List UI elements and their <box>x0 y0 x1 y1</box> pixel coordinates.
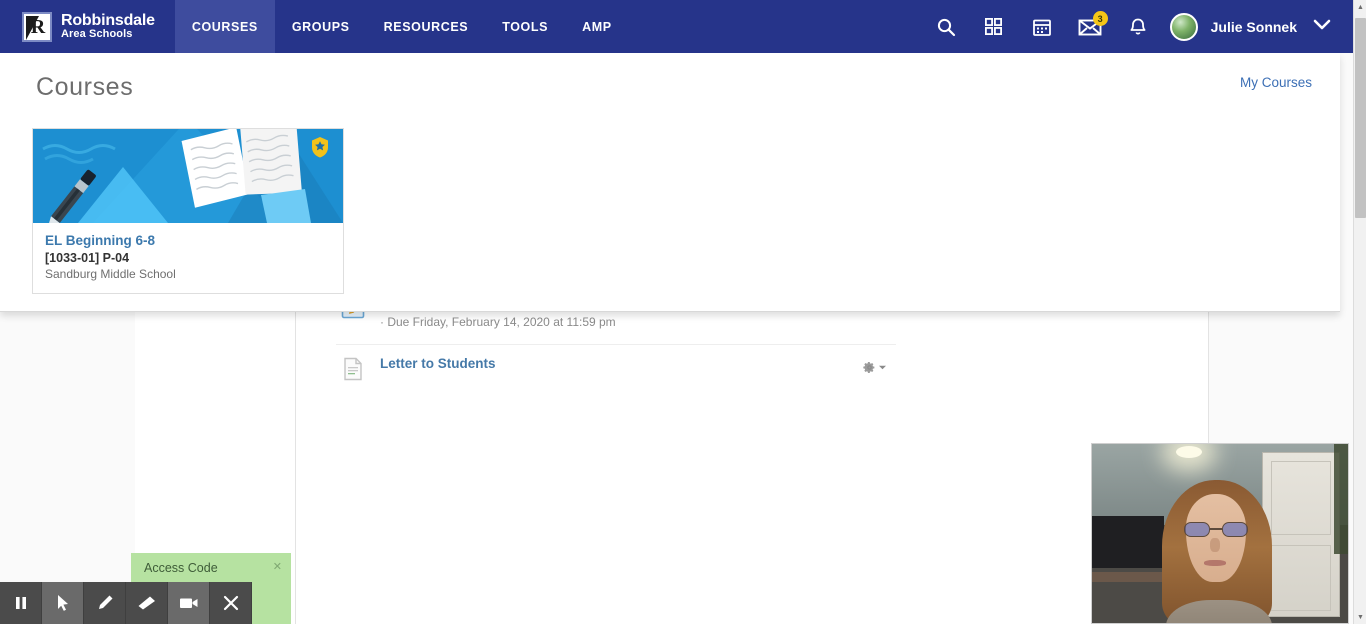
page-document-icon <box>340 356 366 382</box>
webcam-background-object <box>1092 516 1164 568</box>
assignment-title[interactable]: Letter to Students <box>380 356 896 371</box>
brand-logo[interactable]: R Robbinsdale Area Schools <box>0 0 169 53</box>
course-card[interactable]: EL Beginning 6-8 [1033-01] P-04 Sandburg… <box>32 128 344 294</box>
brand-initials: R <box>30 15 46 38</box>
brand-line-1: Robbinsdale <box>61 11 155 29</box>
nav-item-tools[interactable]: TOOLS <box>485 0 565 53</box>
nav-item-amp[interactable]: AMP <box>565 0 629 53</box>
screen-recorder-toolbar <box>0 582 253 624</box>
messages-envelope-icon[interactable]: 3 <box>1068 0 1112 53</box>
page-title: Courses <box>36 73 134 101</box>
glasses-icon <box>1184 522 1248 537</box>
primary-nav: COURSES GROUPS RESOURCES TOOLS AMP <box>174 0 629 53</box>
gear-dropdown-icon[interactable] <box>863 361 886 374</box>
page-scrollbar[interactable]: ▲ ▼ <box>1353 0 1366 624</box>
webcam-mouth <box>1204 560 1226 566</box>
navbar-actions: 3 Julie Sonnek <box>924 0 1353 53</box>
pen-button[interactable] <box>84 582 126 624</box>
user-name[interactable]: Julie Sonnek <box>1211 19 1297 35</box>
stop-close-button[interactable] <box>210 582 252 624</box>
webcam-preview[interactable] <box>1091 443 1349 624</box>
nav-item-resources[interactable]: RESOURCES <box>367 0 486 53</box>
course-card-title[interactable]: EL Beginning 6-8 <box>45 233 331 248</box>
courses-dropdown-panel: Courses My Courses EL Beginning 6-8 [103… <box>0 53 1340 312</box>
brand-line-2: Area Schools <box>61 28 133 41</box>
scroll-down-arrow-icon[interactable]: ▼ <box>1354 610 1366 624</box>
course-card-school: Sandburg Middle School <box>45 267 176 281</box>
webcam-plant <box>1334 444 1348 554</box>
avatar[interactable] <box>1169 12 1198 41</box>
course-banner-book-pencil <box>33 129 343 223</box>
webcam-ceiling-light <box>1176 446 1202 458</box>
school-crest-icon: R <box>22 11 52 42</box>
access-code-label: Access Code <box>144 561 218 575</box>
webcam-nose <box>1210 538 1220 552</box>
scroll-up-arrow-icon[interactable]: ▲ <box>1354 0 1366 14</box>
webcam-cabinet <box>1262 452 1340 617</box>
cursor-button[interactable] <box>42 582 84 624</box>
course-card-section: [1033-01] P-04 <box>45 251 130 265</box>
assignment-due: · Due Friday, February 14, 2020 at 11:59… <box>380 315 616 329</box>
apps-grid-icon[interactable] <box>972 0 1016 53</box>
table-row[interactable]: Letter to Students <box>336 345 896 407</box>
top-navbar: R Robbinsdale Area Schools COURSES GROUP… <box>0 0 1353 53</box>
app-root: Mastery Badges Members <box>0 0 1366 624</box>
camera-button[interactable] <box>168 582 210 624</box>
close-icon[interactable]: ✕ <box>273 560 282 573</box>
scrollbar-thumb[interactable] <box>1355 18 1366 218</box>
my-courses-link[interactable]: My Courses <box>1240 75 1312 90</box>
nav-item-groups[interactable]: GROUPS <box>275 0 367 53</box>
notifications-bell-icon[interactable] <box>1116 0 1160 53</box>
nav-item-courses[interactable]: COURSES <box>174 0 275 53</box>
webcam-person <box>1162 480 1272 623</box>
message-count-badge: 3 <box>1092 11 1108 26</box>
search-icon[interactable] <box>924 0 968 53</box>
chevron-down-icon[interactable] <box>1313 18 1331 36</box>
calendar-icon[interactable] <box>1020 0 1064 53</box>
eraser-button[interactable] <box>126 582 168 624</box>
pause-button[interactable] <box>0 582 42 624</box>
